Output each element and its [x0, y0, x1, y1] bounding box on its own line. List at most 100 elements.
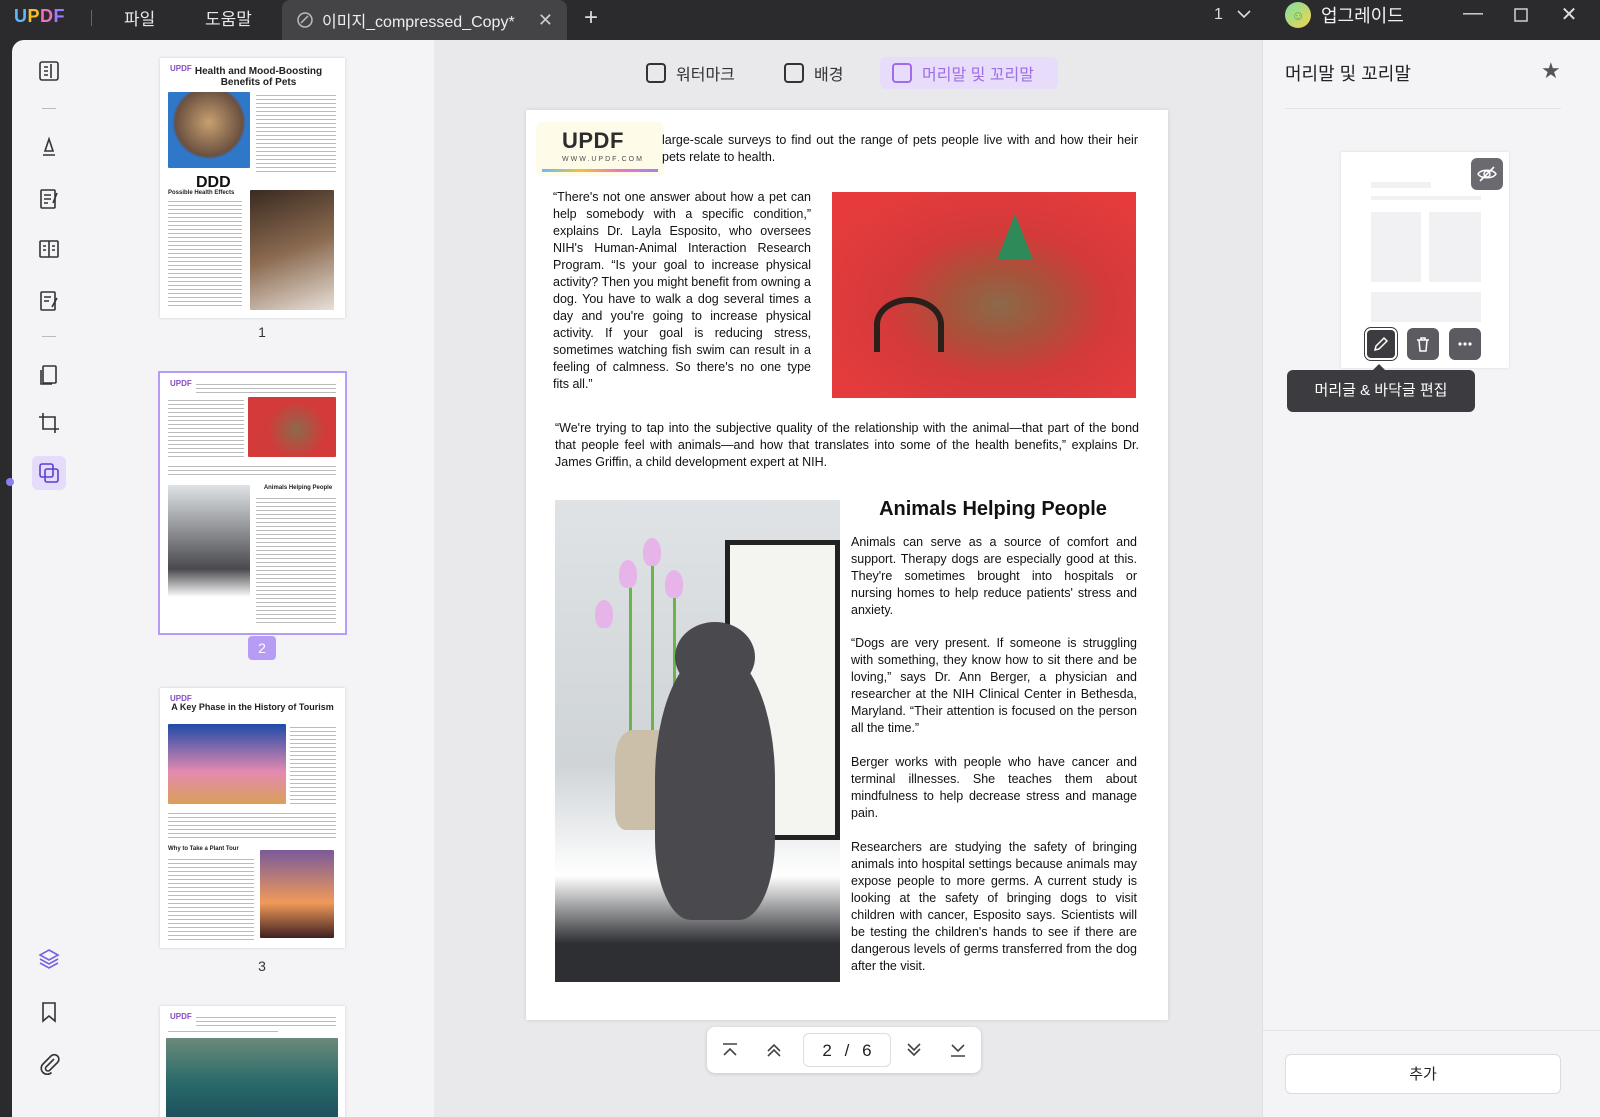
- cat: [655, 622, 775, 920]
- thumb-logo: UPDF: [170, 1012, 192, 1021]
- paragraph-berger-quote: “Dogs are very present. If someone is st…: [851, 636, 1137, 735]
- minimize-icon[interactable]: —: [1458, 2, 1488, 25]
- thumb-text: [256, 92, 336, 172]
- star-icon[interactable]: ★: [1541, 58, 1561, 84]
- thumbnail-number: 1: [258, 324, 266, 340]
- form-icon[interactable]: [32, 284, 66, 318]
- thumbnail-page-3[interactable]: UPDF A Key Phase in the History of Touri…: [160, 688, 345, 948]
- panel-divider: [1263, 1030, 1600, 1031]
- page-selector[interactable]: 1: [1214, 6, 1251, 24]
- tulip-stem: [629, 580, 632, 740]
- tulip: [619, 560, 637, 588]
- watermark-stripe: [542, 169, 658, 172]
- crop-icon[interactable]: [32, 406, 66, 440]
- preview-line: [1371, 182, 1431, 188]
- more-icon[interactable]: [1449, 328, 1481, 360]
- maximize-icon[interactable]: [1506, 2, 1536, 22]
- menu-help[interactable]: 도움말: [205, 5, 252, 30]
- last-page-icon[interactable]: [947, 1039, 969, 1061]
- panel-divider: [1285, 108, 1561, 109]
- page-tools-bar: 워터마크 배경 머리말 및 꼬리말: [434, 40, 1262, 112]
- previous-page-icon[interactable]: [763, 1039, 785, 1061]
- edit-tooltip: 머리글 & 바닥글 편집: [1287, 364, 1475, 412]
- background-button[interactable]: 배경: [772, 57, 855, 89]
- preview-text: [1371, 292, 1481, 322]
- upgrade-label: 업그레이드: [1321, 6, 1404, 26]
- dog-hat: [997, 214, 1033, 260]
- total-pages: 6: [862, 1041, 872, 1060]
- thumbnail-page-4[interactable]: UPDF: [160, 1006, 345, 1117]
- upgrade-button[interactable]: ☺ 업그레이드: [1285, 0, 1404, 30]
- edit-pdf-icon[interactable]: [32, 182, 66, 216]
- thumb-text: [168, 856, 254, 940]
- tools-icon[interactable]: [32, 456, 66, 490]
- next-page-icon[interactable]: [903, 1039, 925, 1061]
- thumb-title: A Key Phase in the History of Tourism: [171, 702, 334, 712]
- section-heading: Animals Helping People: [879, 498, 1107, 520]
- paragraph-berger-work: Berger works with people who have cancer…: [851, 755, 1137, 820]
- page-layout-icon[interactable]: [32, 232, 66, 266]
- comment-icon[interactable]: [32, 130, 66, 164]
- attachment-icon[interactable]: [32, 1047, 66, 1081]
- cat-photo[interactable]: [555, 500, 840, 982]
- trash-icon[interactable]: [1407, 328, 1439, 360]
- layers-icon[interactable]: [32, 942, 66, 976]
- watermark-button[interactable]: 워터마크: [634, 57, 747, 89]
- document-tab[interactable]: 이미지_compressed_Copy* ✕: [282, 0, 567, 40]
- thumb-text: [168, 463, 336, 477]
- document-canvas[interactable]: 워터마크 배경 머리말 및 꼬리말 UPDF WWW.UPDF.COM larg…: [434, 40, 1262, 1117]
- thumb-image: [260, 850, 334, 938]
- quote-layla: “There's not one answer about how a pet …: [553, 190, 811, 391]
- edit-tab-icon: [296, 11, 314, 29]
- thumb-text: [168, 1028, 278, 1034]
- watermark-icon: [646, 63, 666, 83]
- pdf-page[interactable]: UPDF WWW.UPDF.COM large-scale surveys to…: [526, 110, 1168, 1020]
- thumbnail-page-1[interactable]: UPDF Health and Mood-Boosting Benefits o…: [160, 58, 345, 318]
- updf-watermark[interactable]: UPDF WWW.UPDF.COM: [536, 122, 664, 176]
- title-bar: UPDF 파일 도움말 이미지_compressed_Copy* ✕ + 1 ☺…: [0, 0, 1600, 40]
- preview-line: [1371, 196, 1481, 200]
- menu-file[interactable]: 파일: [124, 5, 155, 30]
- page-selector-value: 1: [1214, 6, 1223, 23]
- thumb-text: [168, 397, 244, 457]
- thumb-image: [250, 190, 334, 310]
- thumb-image: [248, 397, 336, 457]
- app-logo: UPDF: [14, 6, 66, 26]
- paragraph-research: Researchers are studying the safety of b…: [851, 840, 1137, 973]
- paragraph-comfort: Animals can serve as a source of comfort…: [851, 535, 1137, 617]
- header-footer-button[interactable]: 머리말 및 꼬리말: [880, 57, 1058, 89]
- thumb-text: [290, 724, 336, 804]
- panel-indicator: [6, 478, 14, 486]
- tulip: [665, 570, 683, 598]
- bookmark-icon[interactable]: [32, 995, 66, 1029]
- tulip: [643, 538, 661, 566]
- thumb-title: Health and Mood-Boosting Benefits of Pet…: [194, 66, 323, 88]
- thumbnail-panel[interactable]: UPDF Health and Mood-Boosting Benefits o…: [87, 40, 434, 1117]
- watermark-logo: UPDF: [562, 128, 624, 153]
- dogs-photo[interactable]: [832, 192, 1136, 398]
- watermark-label: 워터마크: [676, 67, 735, 84]
- preview-text: [1429, 212, 1481, 282]
- thumb-image: [168, 485, 250, 625]
- page-navigation: 2 / 6: [707, 1027, 981, 1073]
- close-tab-icon[interactable]: ✕: [538, 10, 553, 31]
- thumb-image: [166, 1038, 338, 1117]
- hide-eye-icon[interactable]: [1471, 158, 1503, 190]
- new-tab-icon[interactable]: +: [584, 4, 598, 32]
- page-number-input[interactable]: 2 / 6: [803, 1033, 891, 1067]
- intro-text: large-scale surveys to find out the rang…: [662, 133, 1138, 164]
- edit-pencil-icon[interactable]: [1364, 327, 1398, 361]
- thumb-logo: UPDF: [170, 64, 192, 73]
- thumbnail-page-2[interactable]: UPDF Animals Helping People: [158, 371, 347, 635]
- page-separator: /: [844, 1041, 850, 1060]
- organize-pages-icon[interactable]: [32, 358, 66, 392]
- toolbar-divider: [42, 108, 56, 109]
- close-window-icon[interactable]: ✕: [1554, 2, 1584, 27]
- add-button[interactable]: 추가: [1285, 1054, 1561, 1094]
- thumb-text: [168, 810, 336, 840]
- avatar: ☺: [1285, 2, 1311, 28]
- first-page-icon[interactable]: [719, 1039, 741, 1061]
- reader-icon[interactable]: [32, 54, 66, 88]
- current-page: 2: [822, 1041, 832, 1060]
- titlebar-divider: [91, 10, 92, 26]
